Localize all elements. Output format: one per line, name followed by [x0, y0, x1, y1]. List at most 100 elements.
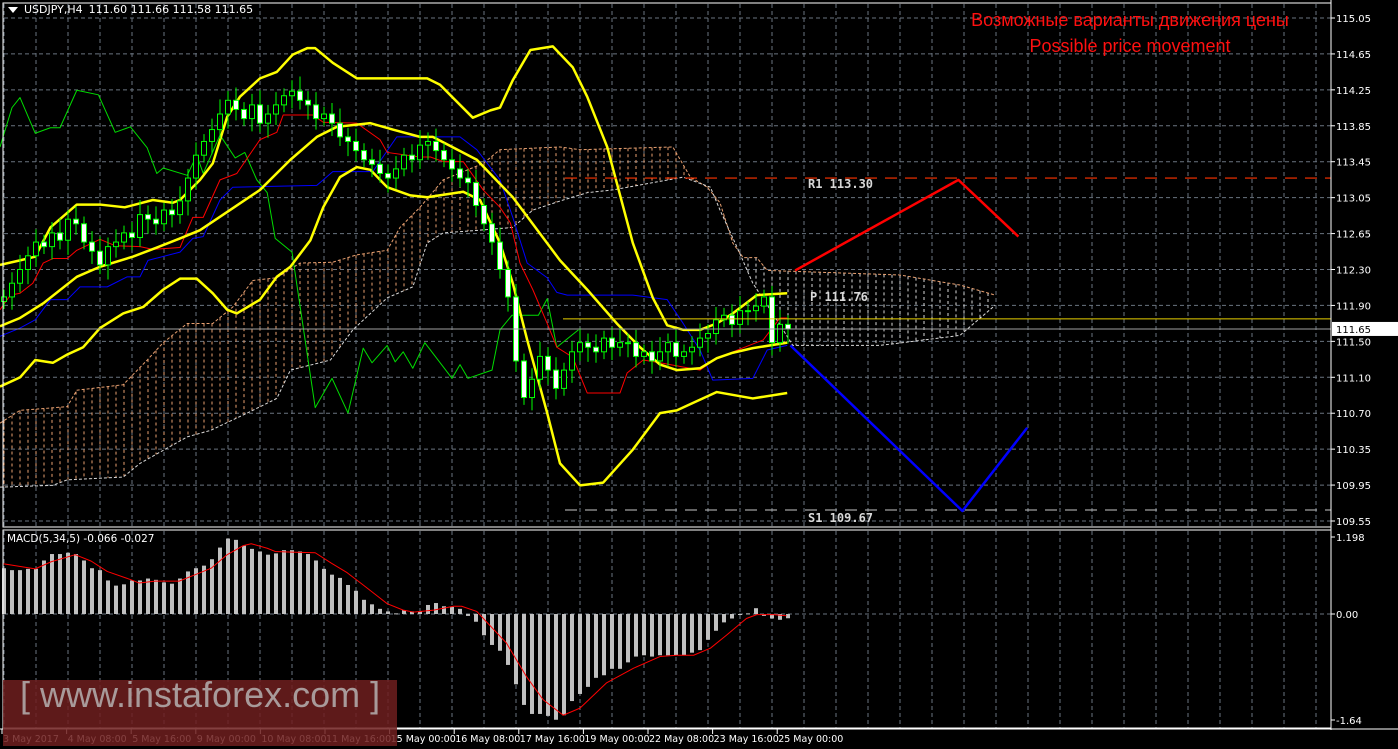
candle-bear	[41, 241, 47, 248]
price-axis-label: 113.85	[1336, 122, 1371, 133]
macd-bar	[706, 614, 710, 640]
candle-bull	[713, 319, 719, 335]
macd-bar	[202, 565, 206, 614]
candle-bear	[129, 232, 135, 238]
candle-bull	[665, 342, 671, 353]
candle-bear	[97, 250, 103, 266]
time-axis-label: 15 May 00:00	[391, 734, 456, 745]
candle-bear	[545, 355, 551, 371]
candle-bear	[769, 296, 775, 344]
macd-bar	[458, 608, 462, 614]
macd-bar	[346, 584, 350, 614]
macd-bar	[170, 583, 174, 614]
candle-bear	[145, 214, 151, 220]
forecast-down-path	[789, 344, 1029, 513]
macd-bar	[362, 599, 366, 614]
macd-bar	[578, 614, 582, 694]
candle-bear	[377, 163, 383, 174]
candle-bear	[433, 140, 439, 152]
candle-bull	[697, 337, 703, 348]
candle-bear	[89, 241, 95, 252]
macd-bar	[498, 614, 502, 651]
macd-bar	[154, 579, 158, 614]
price-axis-label: 115.05	[1336, 14, 1371, 25]
macd-bar	[522, 614, 526, 705]
macd-bar	[258, 551, 262, 614]
candle-bear	[305, 99, 311, 106]
candle-bull	[201, 140, 207, 156]
macd-bar	[314, 560, 318, 614]
macd-bar	[746, 613, 750, 615]
price-axis-label: 112.30	[1336, 266, 1371, 277]
price-chart[interactable]: 115.05 114.65 114.25 113.85 113.45 113.05 112.…	[0, 0, 1398, 749]
candle-bull	[121, 232, 127, 243]
macd-bar	[282, 550, 286, 614]
macd-bar	[546, 614, 550, 716]
macd-bar	[338, 577, 342, 614]
macd-bar	[738, 614, 742, 615]
macd-bar	[394, 613, 398, 615]
candle-bull	[601, 337, 607, 353]
candle-bull	[65, 218, 71, 241]
candle-bull	[185, 177, 191, 202]
time-axis-label: 19 May 00:00	[584, 734, 649, 745]
annotation-title-ru: Возможные варианты движения цены	[971, 10, 1289, 30]
macd-axis-label: -1.64	[1336, 716, 1362, 727]
macd-bar	[306, 554, 310, 614]
candle-bull	[9, 282, 15, 298]
macd-bar	[618, 614, 622, 669]
macd-bar	[514, 614, 518, 685]
candle-bull	[161, 209, 167, 225]
macd-bar	[626, 614, 630, 663]
time-axis-label: 23 May 16:00	[714, 734, 779, 745]
macd-bar	[450, 606, 454, 614]
candle-bull	[273, 104, 279, 115]
macd-bar	[242, 545, 246, 614]
candle-bull	[617, 342, 623, 348]
macd-bar	[82, 560, 86, 614]
price-axis-label: 110.70	[1336, 409, 1371, 420]
candle-bear	[329, 113, 335, 124]
candle-bear	[553, 369, 559, 389]
macd-bar	[698, 614, 702, 651]
macd-bar	[90, 568, 94, 614]
r1-label: R1 113.30	[808, 177, 874, 191]
main-panel-frame	[2, 2, 1332, 528]
price-axis-label: 112.65	[1336, 230, 1371, 241]
ohlc-values: 111.60 111.66 111.58 111.65	[88, 3, 254, 16]
candle-bull	[401, 154, 407, 170]
chart-header: USDJPY,H4 111.60 111.66 111.58 111.65	[8, 3, 253, 16]
dropdown-triangle-icon[interactable]	[8, 6, 18, 13]
candle-bear	[153, 218, 159, 225]
candle-bear	[473, 182, 479, 206]
macd-bar	[330, 574, 334, 614]
candle-bear	[609, 337, 615, 348]
candle-bear	[729, 314, 735, 325]
candle-bear	[593, 346, 599, 353]
macd-bar	[58, 554, 62, 614]
macd-bar	[666, 614, 670, 656]
candle-bull	[761, 296, 767, 307]
macd-bar	[274, 553, 278, 614]
candle-bull	[745, 310, 751, 313]
candle-bear	[449, 159, 455, 170]
symbol-label: USDJPY,H4	[24, 3, 83, 16]
macd-bar	[722, 614, 726, 623]
bollinger-upper	[0, 45, 788, 332]
candle-bear	[505, 269, 511, 298]
candle-bear	[481, 204, 487, 225]
macd-bar	[106, 580, 110, 614]
candle-bull	[209, 129, 215, 142]
candle-bear	[385, 172, 391, 179]
macd-bar	[562, 614, 566, 716]
macd-bar	[586, 614, 590, 687]
candle-bull	[737, 310, 743, 325]
macd-bar	[754, 608, 758, 614]
price-axis-label: 109.95	[1336, 481, 1371, 492]
candle-bull	[33, 241, 39, 257]
candle-bear	[409, 154, 415, 161]
candle-bull	[681, 351, 687, 357]
watermark-text: [ www.instaforex.com ]	[20, 674, 381, 715]
macd-bar	[266, 554, 270, 614]
current-price-label: 111.65	[1336, 325, 1371, 336]
